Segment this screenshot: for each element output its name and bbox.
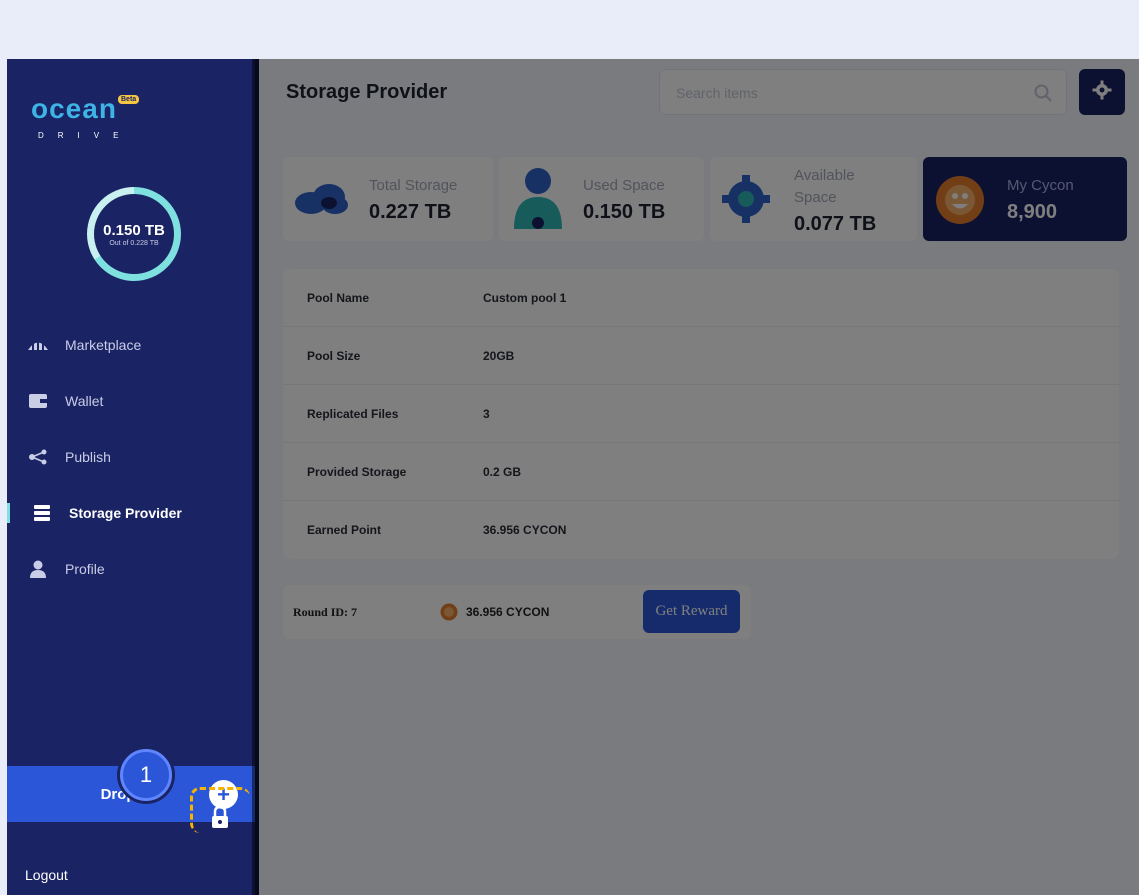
marketplace-icon xyxy=(27,337,49,353)
row-key: Pool Size xyxy=(307,348,361,363)
round-id: Round ID: 7 xyxy=(293,605,358,619)
stat-label: Total Storage xyxy=(369,177,458,194)
logo-subtitle: DRIVE xyxy=(38,131,133,140)
table-row: Pool Size 20GB xyxy=(283,327,1119,385)
get-reward-button[interactable]: Get Reward xyxy=(643,590,740,633)
sidebar-item-storage-provider[interactable]: Storage Provider xyxy=(7,485,255,541)
cloud-icon xyxy=(293,183,349,220)
app-window: ocean Beta DRIVE 0.150 TB Out of 0.228 T… xyxy=(7,59,1139,895)
row-value: 3 xyxy=(483,406,490,421)
sidebar-item-marketplace[interactable]: Marketplace xyxy=(7,317,255,373)
stat-card-available-space: Available Space 0.077 TB xyxy=(710,157,917,241)
gear-storage-icon xyxy=(720,173,772,230)
stat-label: Available Space xyxy=(794,167,855,206)
stat-value: 8,900 xyxy=(1007,201,1058,223)
table-row: Provided Storage 0.2 GB xyxy=(283,443,1119,501)
step-badge: 1 xyxy=(120,749,172,801)
ocean-drive-logo[interactable]: ocean Beta DRIVE xyxy=(31,93,141,143)
storage-used-value: 0.150 TB xyxy=(103,221,165,239)
logo-word: ocean xyxy=(31,93,117,124)
sidebar-item-profile[interactable]: Profile xyxy=(7,541,255,597)
beta-badge: Beta xyxy=(118,95,140,104)
user-icon xyxy=(27,560,49,578)
stat-value: 0.227 TB xyxy=(369,201,452,223)
row-key: Provided Storage xyxy=(307,464,407,479)
pool-details-table: Pool Name Custom pool 1 Pool Size 20GB R… xyxy=(283,269,1119,559)
sidebar-item-label: Publish xyxy=(65,449,111,465)
row-key: Earned Point xyxy=(307,523,382,537)
search-icon[interactable] xyxy=(1034,84,1052,107)
search-box xyxy=(659,69,1067,115)
row-key: Pool Name xyxy=(307,290,370,305)
cycon-coin-icon xyxy=(935,175,985,230)
row-key: Replicated Files xyxy=(307,406,399,421)
table-row: Earned Point 36.956 CYCON xyxy=(283,501,1119,559)
row-value: 20GB xyxy=(483,348,515,363)
browser-top-band xyxy=(7,3,1139,59)
server-icon xyxy=(31,505,53,521)
settings-button[interactable] xyxy=(1079,69,1125,115)
table-row: Replicated Files 3 xyxy=(283,385,1119,443)
lock-icon[interactable] xyxy=(210,805,230,833)
stat-card-used-space: Used Space 0.150 TB xyxy=(499,157,704,241)
cycon-coin-icon xyxy=(440,603,458,626)
reward-bar: Round ID: 7 36.956 CYCON Get Reward xyxy=(283,585,751,639)
stat-value: 0.150 TB xyxy=(583,201,666,223)
stat-label: My Cycon xyxy=(1007,177,1074,194)
logout-button[interactable]: Logout xyxy=(25,867,68,883)
sidebar-item-label: Marketplace xyxy=(65,337,142,353)
storage-total-value: Out of 0.228 TB xyxy=(109,239,159,247)
sidebar-item-wallet[interactable]: Wallet xyxy=(7,373,255,429)
stat-value: 0.077 TB xyxy=(794,213,877,235)
sidebar-item-label: Profile xyxy=(65,561,105,577)
page-title: Storage Provider xyxy=(286,81,448,103)
row-value: 36.956 CYCON xyxy=(483,523,567,537)
sidebar-item-publish[interactable]: Publish xyxy=(7,429,255,485)
row-value: 0.2 GB xyxy=(483,464,522,479)
gear-icon xyxy=(1092,80,1112,105)
share-icon xyxy=(27,449,49,465)
reward-amount: 36.956 CYCON xyxy=(466,605,550,619)
main-content: Storage Provider Total Storage 0.227 TB xyxy=(259,59,1139,895)
sidebar-nav: Marketplace Wallet Publish Storage Provi… xyxy=(7,317,255,597)
row-value: Custom pool 1 xyxy=(483,290,567,305)
stat-card-total-storage: Total Storage 0.227 TB xyxy=(283,157,493,241)
search-input[interactable] xyxy=(676,83,1016,103)
storage-usage-ring: 0.150 TB Out of 0.228 TB xyxy=(87,187,181,281)
stat-card-my-cycon: My Cycon 8,900 xyxy=(923,157,1127,241)
person-icon xyxy=(511,167,565,236)
wallet-icon xyxy=(27,393,49,409)
storage-ring-center: 0.150 TB Out of 0.228 TB xyxy=(94,194,174,274)
stat-label: Used Space xyxy=(583,177,665,194)
sidebar-item-label: Wallet xyxy=(65,393,104,409)
table-row: Pool Name Custom pool 1 xyxy=(283,269,1119,327)
sidebar-item-label: Storage Provider xyxy=(69,505,182,521)
